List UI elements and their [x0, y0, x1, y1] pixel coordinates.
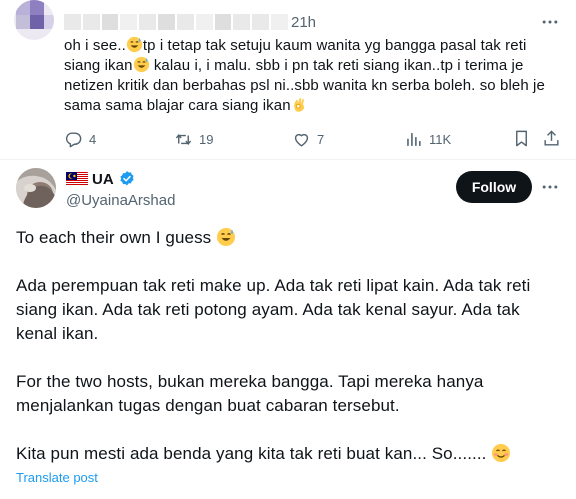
repost-button[interactable]: 19 — [174, 124, 213, 154]
redacted-user-name — [64, 14, 288, 30]
follow-button[interactable]: Follow — [456, 171, 532, 203]
reply-text: oh i see.. tp i tetap tak setuju kaum wan… — [64, 36, 564, 116]
verified-badge-icon — [120, 171, 134, 186]
reply-text-line4: sama sama blajar cara siang ikan — [64, 97, 291, 114]
more-icon[interactable] — [540, 177, 560, 197]
repost-count: 19 — [199, 131, 214, 147]
main-paragraph-3: For the two hosts, bukan mereka bangga. … — [16, 372, 484, 415]
main-avatar[interactable] — [16, 168, 56, 208]
reply-avatar[interactable] — [14, 0, 54, 40]
reply-text-line2a: siang ikan — [64, 57, 133, 74]
like-button[interactable]: 7 — [292, 124, 324, 154]
author-display-name[interactable]: UA — [92, 171, 114, 188]
malaysia-flag-icon — [66, 172, 88, 186]
more-icon[interactable] — [540, 12, 560, 32]
main-paragraph-2: Ada perempuan tak reti make up. Ada tak … — [16, 276, 531, 343]
views-count: 11K — [429, 131, 452, 147]
smile-emoji — [492, 444, 511, 462]
sweat-smile-emoji — [126, 36, 143, 53]
reply-text-line3: netizen kritik dan berbahas psl ni..sbb … — [64, 77, 545, 94]
reply-timestamp[interactable]: 21h — [291, 14, 316, 31]
sweat-smile-emoji — [217, 228, 236, 246]
author-handle[interactable]: @UyainaArshad — [66, 192, 175, 209]
main-tweet-text: To each their own I guess Ada perempuan … — [16, 226, 560, 466]
reply-tweet[interactable]: 21h oh i see.. tp i tetap tak setuju kaum… — [0, 0, 576, 160]
avatar-photo — [16, 168, 56, 208]
reply-text-line1a: oh i see.. — [64, 37, 126, 54]
repost-icon — [175, 133, 192, 145]
main-paragraph-4-text: Kita pun mesti ada benda yang kita tak r… — [16, 444, 487, 463]
like-icon — [294, 133, 309, 147]
reply-icon — [65, 131, 82, 147]
reply-count: 4 — [89, 131, 97, 147]
views-icon — [407, 132, 421, 146]
reply-text-line1b: tp i tetap tak setuju kaum wanita yg ban… — [142, 37, 527, 54]
reply-button[interactable]: 4 — [64, 124, 96, 154]
main-paragraph-1: To each their own I guess — [16, 226, 560, 250]
views-button[interactable]: 11K — [404, 124, 451, 154]
ok-hand-emoji — [293, 98, 304, 112]
main-paragraph-4: Kita pun mesti ada benda yang kita tak r… — [16, 442, 560, 466]
translate-post-link[interactable]: Translate post — [16, 470, 98, 485]
sweat-smile-emoji — [133, 56, 149, 73]
share-icon[interactable] — [542, 129, 561, 148]
bookmark-icon[interactable] — [512, 129, 531, 148]
reply-actions: 4 19 7 11K — [64, 124, 564, 154]
reply-text-line2b: kalau i, i malu. sbb i pn tak reti siang… — [153, 57, 524, 74]
main-paragraph-1-text: To each their own I guess — [16, 228, 212, 247]
like-count: 7 — [317, 131, 325, 147]
author-name-row[interactable]: UA — [66, 170, 136, 188]
